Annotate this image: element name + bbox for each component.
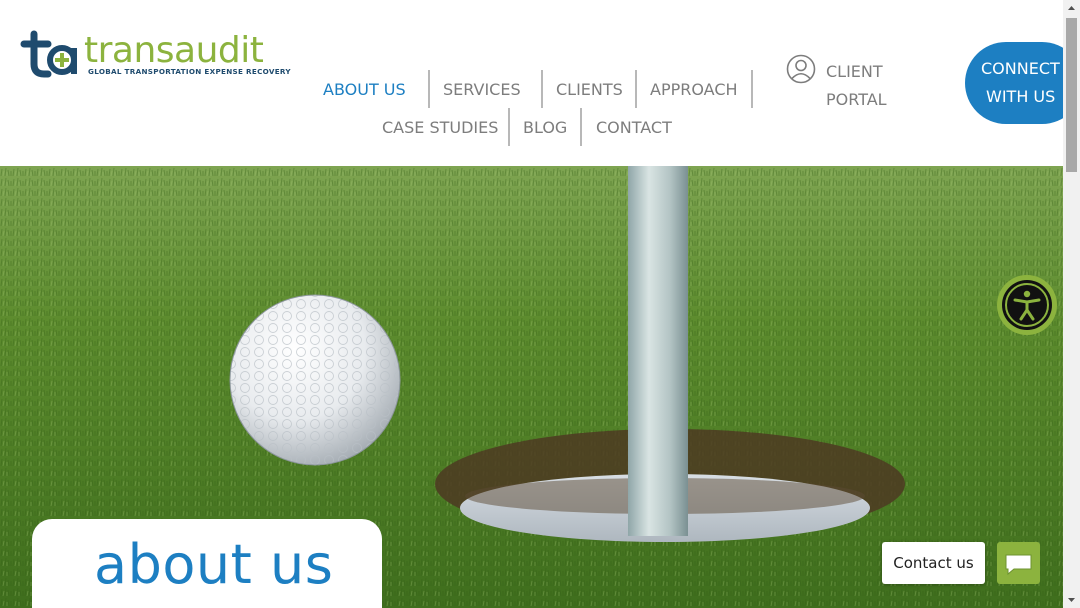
scroll-thumb[interactable]	[1066, 18, 1077, 172]
about-us-card: about us	[32, 519, 382, 608]
scroll-up-arrow-icon[interactable]	[1063, 0, 1080, 17]
contact-us-label[interactable]: Contact us	[882, 542, 985, 584]
chat-bubble-icon	[1005, 554, 1032, 576]
nav-divider	[428, 70, 430, 108]
nav-services[interactable]: SERVICES	[443, 80, 521, 99]
page-scrollbar[interactable]	[1063, 0, 1080, 608]
client-portal-line1: CLIENT	[826, 62, 883, 81]
page-title: about us	[94, 533, 334, 596]
site-header: transaudit GLOBAL TRANSPORTATION EXPENSE…	[0, 0, 1080, 166]
client-portal-line2: PORTAL	[826, 90, 887, 109]
logo-wordmark: transaudit	[84, 30, 264, 71]
nav-approach[interactable]: APPROACH	[650, 80, 738, 99]
user-circle-icon	[786, 54, 816, 84]
brand-logo[interactable]: transaudit GLOBAL TRANSPORTATION EXPENSE…	[20, 30, 291, 80]
ta-logo-mark	[20, 30, 77, 78]
nav-about-us[interactable]: ABOUT US	[323, 80, 406, 99]
chat-button[interactable]	[997, 542, 1040, 584]
accessibility-button[interactable]	[996, 274, 1058, 336]
nav-divider	[580, 108, 582, 146]
client-portal-label: CLIENT PORTAL	[826, 58, 887, 114]
nav-divider	[751, 70, 753, 108]
nav-divider	[541, 70, 543, 108]
nav-case-studies[interactable]: CASE STUDIES	[382, 118, 498, 137]
nav-contact[interactable]: CONTACT	[596, 118, 672, 137]
logo-tagline: GLOBAL TRANSPORTATION EXPENSE RECOVERY	[88, 67, 291, 76]
nav-divider	[635, 70, 637, 108]
nav-clients[interactable]: CLIENTS	[556, 80, 623, 99]
nav-blog[interactable]: BLOG	[523, 118, 567, 137]
nav-divider	[508, 108, 510, 146]
client-portal-link[interactable]: CLIENT PORTAL	[786, 54, 896, 114]
scroll-down-arrow-icon[interactable]	[1063, 591, 1080, 608]
accessibility-icon	[997, 275, 1057, 335]
